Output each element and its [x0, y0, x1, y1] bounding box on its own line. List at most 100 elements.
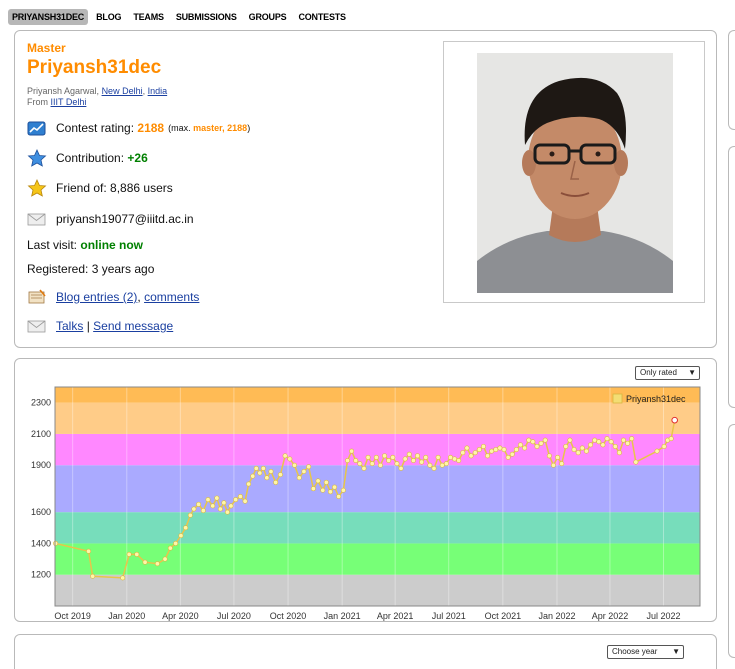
data-point[interactable]: [253, 465, 259, 471]
data-point[interactable]: [633, 459, 639, 465]
data-point[interactable]: [357, 461, 363, 467]
data-point[interactable]: [242, 498, 248, 504]
data-point[interactable]: [217, 506, 223, 512]
data-point[interactable]: [592, 437, 598, 443]
data-point[interactable]: [200, 508, 206, 514]
data-point[interactable]: [518, 442, 524, 448]
data-point[interactable]: [173, 540, 179, 546]
data-point[interactable]: [86, 548, 92, 554]
rated-filter-select[interactable]: Only rated ▼: [635, 366, 700, 380]
data-point[interactable]: [196, 501, 202, 507]
data-point[interactable]: [567, 437, 573, 443]
data-point[interactable]: [282, 453, 288, 459]
data-point[interactable]: [629, 436, 635, 442]
data-point[interactable]: [472, 450, 478, 456]
data-point[interactable]: [625, 440, 631, 446]
data-point[interactable]: [353, 458, 359, 464]
data-point[interactable]: [550, 462, 556, 468]
data-point[interactable]: [501, 447, 507, 453]
blog-entries-link[interactable]: Blog entries (2): [56, 290, 137, 304]
data-point[interactable]: [327, 489, 333, 495]
data-point[interactable]: [377, 462, 383, 468]
data-point[interactable]: [361, 465, 367, 471]
data-point[interactable]: [456, 458, 462, 464]
data-point[interactable]: [394, 461, 400, 467]
data-point[interactable]: [268, 468, 274, 474]
data-point[interactable]: [612, 443, 618, 449]
country-link[interactable]: India: [148, 86, 168, 96]
data-point[interactable]: [526, 437, 532, 443]
data-point[interactable]: [431, 465, 437, 471]
data-point[interactable]: [390, 454, 396, 460]
data-point[interactable]: [522, 445, 528, 451]
data-point[interactable]: [292, 462, 298, 468]
data-point[interactable]: [273, 479, 279, 485]
data-point[interactable]: [344, 458, 350, 464]
nav-contests[interactable]: CONTESTS: [294, 9, 349, 25]
data-point[interactable]: [419, 459, 425, 465]
data-point[interactable]: [162, 556, 168, 562]
data-point[interactable]: [264, 475, 270, 481]
data-point[interactable]: [134, 551, 140, 557]
data-point[interactable]: [579, 445, 585, 451]
data-point[interactable]: [563, 443, 569, 449]
data-point[interactable]: [210, 503, 216, 509]
data-point[interactable]: [443, 461, 449, 467]
data-point[interactable]: [480, 443, 486, 449]
data-point[interactable]: [237, 494, 243, 500]
data-point[interactable]: [398, 465, 404, 471]
data-point[interactable]: [423, 454, 429, 460]
data-point[interactable]: [369, 461, 375, 467]
data-point[interactable]: [191, 506, 197, 512]
data-point[interactable]: [257, 470, 263, 476]
data-point[interactable]: [497, 445, 503, 451]
nav-teams[interactable]: TEAMS: [129, 9, 168, 25]
data-point[interactable]: [600, 442, 606, 448]
data-point[interactable]: [464, 445, 470, 451]
data-point[interactable]: [214, 495, 220, 501]
data-point[interactable]: [620, 437, 626, 443]
data-point[interactable]: [583, 448, 589, 454]
data-point[interactable]: [332, 484, 338, 490]
data-point[interactable]: [386, 458, 392, 464]
data-point[interactable]: [460, 450, 466, 456]
data-point[interactable]: [382, 453, 388, 459]
data-point[interactable]: [224, 509, 230, 515]
city-link[interactable]: New Delhi: [102, 86, 143, 96]
data-point[interactable]: [296, 475, 302, 481]
data-point[interactable]: [154, 561, 160, 567]
data-point[interactable]: [452, 456, 458, 462]
data-point[interactable]: [555, 454, 561, 460]
data-point[interactable]: [315, 478, 321, 484]
data-point[interactable]: [447, 454, 453, 460]
talks-link[interactable]: Talks: [56, 319, 83, 333]
data-point[interactable]: [530, 439, 536, 445]
data-point[interactable]: [142, 559, 148, 565]
data-point[interactable]: [221, 500, 227, 506]
data-point[interactable]: [608, 439, 614, 445]
data-point[interactable]: [410, 458, 416, 464]
data-point[interactable]: [546, 453, 552, 459]
nav-submissions[interactable]: SUBMISSIONS: [172, 9, 241, 25]
data-point[interactable]: [493, 447, 499, 453]
data-point[interactable]: [233, 497, 239, 503]
data-point[interactable]: [616, 450, 622, 456]
data-point[interactable]: [250, 473, 256, 479]
data-point[interactable]: [604, 436, 610, 442]
data-point[interactable]: [668, 436, 674, 442]
data-point[interactable]: [575, 450, 581, 456]
data-point[interactable]: [402, 456, 408, 462]
data-point[interactable]: [476, 447, 482, 453]
data-point[interactable]: [277, 472, 283, 478]
data-point[interactable]: [534, 443, 540, 449]
data-point[interactable]: [468, 453, 474, 459]
data-point[interactable]: [538, 440, 544, 446]
data-point[interactable]: [53, 540, 59, 546]
data-point[interactable]: [373, 454, 379, 460]
data-point[interactable]: [287, 456, 293, 462]
data-point[interactable]: [661, 443, 667, 449]
data-point[interactable]: [183, 525, 189, 531]
data-point[interactable]: [588, 442, 594, 448]
data-point[interactable]: [349, 448, 355, 454]
nav-blog[interactable]: BLOG: [92, 9, 125, 25]
